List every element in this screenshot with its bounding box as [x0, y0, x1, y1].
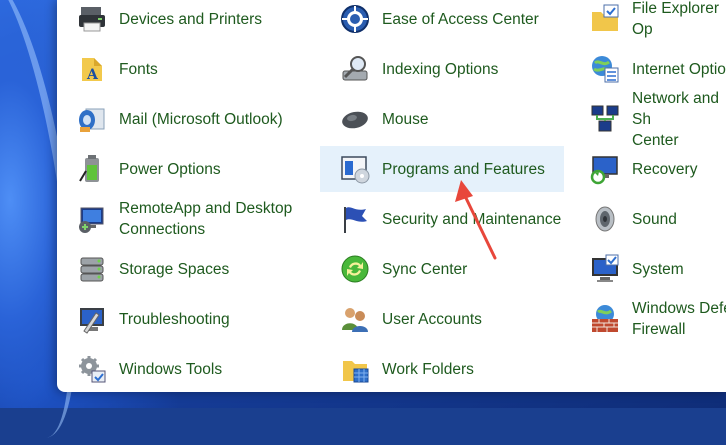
control-panel-window: Devices and Printers A Fonts Mail (Micro… — [57, 0, 726, 392]
item-mouse[interactable]: Mouse — [320, 96, 563, 142]
item-label: Programs and Features — [382, 160, 545, 178]
fonts-icon: A — [75, 52, 109, 86]
item-label: Devices and Printers — [119, 10, 263, 28]
item-troubleshooting[interactable]: Troubleshooting — [57, 296, 307, 342]
ease-of-access-icon — [338, 2, 372, 36]
item-label: Sound — [632, 210, 677, 228]
item-label: System — [632, 260, 684, 278]
speaker-icon — [588, 202, 622, 236]
svg-text:A: A — [86, 67, 99, 83]
sync-center-icon — [338, 252, 372, 286]
item-sync-center[interactable]: Sync Center — [320, 246, 563, 292]
item-security-and-maintenance[interactable]: Security and Maintenance — [320, 196, 563, 242]
item-label: RemoteApp and Desktop Connections — [119, 200, 293, 238]
item-windows-firewall[interactable]: Windows Defe Firewall — [570, 296, 726, 342]
system-icon — [588, 252, 622, 286]
item-label: User Accounts — [382, 310, 482, 328]
item-fonts[interactable]: A Fonts — [57, 46, 307, 92]
item-label: Ease of Access Center — [382, 10, 539, 28]
item-label: Troubleshooting — [119, 310, 230, 328]
item-label: Recovery — [632, 160, 698, 178]
item-power-options[interactable]: Power Options — [57, 146, 307, 192]
item-label: Fonts — [119, 60, 158, 78]
item-label: File Explorer Op — [632, 0, 719, 38]
internet-options-icon — [588, 52, 622, 86]
item-label: Security and Maintenance — [382, 210, 562, 228]
mouse-icon — [338, 102, 372, 136]
storage-spaces-icon — [75, 252, 109, 286]
item-label: Storage Spaces — [119, 260, 230, 278]
item-network-and-sharing[interactable]: Network and Sh Center — [570, 90, 726, 149]
item-remoteapp[interactable]: RemoteApp and Desktop Connections — [57, 196, 307, 242]
item-label: Work Folders — [382, 360, 474, 378]
security-flag-icon — [338, 202, 372, 236]
windows-tools-icon — [75, 352, 109, 386]
item-user-accounts[interactable]: User Accounts — [320, 296, 563, 342]
indexing-options-icon — [338, 52, 372, 86]
troubleshooting-icon — [75, 302, 109, 336]
file-explorer-options-icon — [588, 2, 622, 36]
item-system[interactable]: System — [570, 246, 726, 292]
network-icon — [588, 102, 622, 136]
item-file-explorer-options[interactable]: File Explorer Op — [570, 0, 726, 42]
item-recovery[interactable]: Recovery — [570, 146, 726, 192]
item-label: Internet Option — [632, 60, 726, 78]
item-storage-spaces[interactable]: Storage Spaces — [57, 246, 307, 292]
item-label: Sync Center — [382, 260, 468, 278]
remoteapp-icon — [75, 202, 109, 236]
item-label: Windows Defe Firewall — [632, 300, 726, 338]
battery-icon — [75, 152, 109, 186]
user-accounts-icon — [338, 302, 372, 336]
recovery-icon — [588, 152, 622, 186]
printer-icon — [75, 2, 109, 36]
firewall-icon — [588, 302, 622, 336]
item-label: Mouse — [382, 110, 429, 128]
work-folders-icon — [338, 352, 372, 386]
item-indexing-options[interactable]: Indexing Options — [320, 46, 563, 92]
item-ease-of-access[interactable]: Ease of Access Center — [320, 0, 563, 42]
programs-features-icon — [338, 152, 372, 186]
item-sound[interactable]: Sound — [570, 196, 726, 242]
item-windows-tools[interactable]: Windows Tools — [57, 346, 307, 392]
item-label: Network and Sh Center — [632, 89, 720, 149]
item-label: Power Options — [119, 160, 221, 178]
item-mail[interactable]: Mail (Microsoft Outlook) — [57, 96, 307, 142]
item-label: Indexing Options — [382, 60, 499, 78]
item-label: Mail (Microsoft Outlook) — [119, 110, 283, 128]
mail-icon — [75, 102, 109, 136]
item-devices-and-printers[interactable]: Devices and Printers — [57, 0, 307, 42]
item-internet-options[interactable]: Internet Option — [570, 46, 726, 92]
item-programs-and-features[interactable]: Programs and Features — [320, 146, 564, 192]
item-label: Windows Tools — [119, 360, 223, 378]
item-work-folders[interactable]: Work Folders — [320, 346, 563, 392]
